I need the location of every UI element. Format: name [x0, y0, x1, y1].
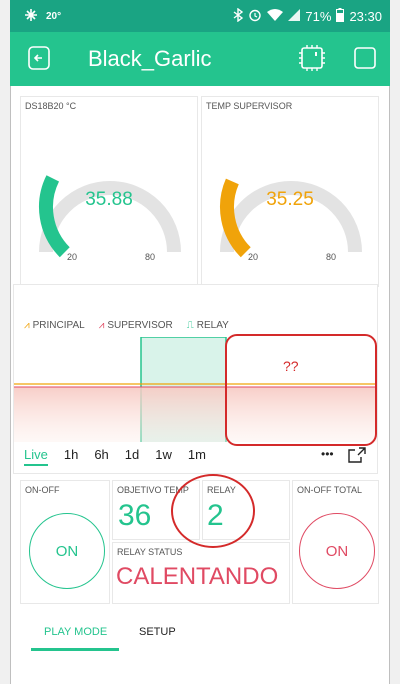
gauge-min: 20: [67, 252, 78, 262]
on-off-label: ON-OFF: [25, 485, 60, 495]
legend-item-supervisor[interactable]: ⩘ SUPERVISOR: [99, 320, 173, 331]
on-off-total-button[interactable]: ON: [299, 513, 375, 589]
range-1d[interactable]: 1d: [125, 447, 139, 466]
relay-status-widget: RELAY STATUS CALENTANDO: [112, 542, 290, 604]
status-right: 71% 23:30: [233, 7, 382, 25]
range-1m[interactable]: 1m: [188, 447, 206, 466]
on-off-total-label: ON-OFF TOTAL: [297, 485, 363, 495]
time-range-selector: Live 1h 6h 1d 1w 1m: [24, 447, 206, 466]
gauge-widget-principal: DS18B20 °C 35.88 20 80: [20, 96, 198, 287]
status-bar: 20° 71% 23:30: [10, 0, 390, 32]
on-off-total-widget: ON-OFF TOTAL ON: [292, 480, 379, 604]
cell-signal-icon: [288, 9, 301, 24]
alarm-icon: [248, 8, 262, 25]
tab-play-mode[interactable]: PLAY MODE: [44, 626, 107, 638]
tab-play-mode-indicator: [31, 648, 119, 651]
relay-status-value: CALENTANDO: [116, 563, 279, 590]
status-signal-text: 20°: [46, 11, 62, 22]
gauge-value: 35.25: [266, 189, 314, 210]
bluetooth-icon: [233, 7, 244, 25]
range-1h[interactable]: 1h: [64, 447, 78, 466]
gauge-max: 80: [145, 252, 156, 262]
tab-setup[interactable]: SETUP: [139, 626, 176, 638]
annotation-circle: [171, 474, 255, 548]
relay-status-label: RELAY STATUS: [117, 547, 183, 557]
play-stop-icon[interactable]: [354, 47, 376, 74]
app-bar: Black_Garlic: [10, 32, 390, 86]
annotation-text: ??: [283, 358, 299, 374]
on-off-widget: ON-OFF ON: [20, 480, 110, 604]
wifi-icon: [267, 8, 284, 25]
annotation-box: ??: [225, 334, 377, 446]
app-title: Black_Garlic: [88, 46, 212, 71]
battery-icon: [336, 8, 345, 25]
legend-item-relay[interactable]: ⎍ RELAY: [187, 320, 229, 331]
status-left: 20°: [24, 8, 61, 25]
range-6h[interactable]: 6h: [94, 447, 108, 466]
gauge-value: 35.88: [85, 189, 133, 210]
gauge-widget-supervisor: TEMP SUPERVISOR 35.25 20 80: [201, 96, 379, 287]
gauge-max: 80: [326, 252, 337, 262]
device-chip-icon[interactable]: [298, 44, 326, 77]
legend-item-principal[interactable]: ⩘ PRINCIPAL: [24, 320, 85, 331]
chart-legend: ⩘ PRINCIPAL ⩘ SUPERVISOR ⎍ RELAY: [24, 320, 229, 331]
range-1w[interactable]: 1w: [155, 447, 172, 466]
tab-bar: PLAY MODE SETUP: [13, 606, 378, 658]
on-off-button[interactable]: ON: [29, 513, 105, 589]
back-icon[interactable]: [28, 46, 50, 75]
fullscreen-icon[interactable]: [348, 447, 366, 468]
range-live[interactable]: Live: [24, 447, 48, 466]
more-menu-button[interactable]: •••: [321, 447, 334, 461]
gauge-min: 20: [248, 252, 259, 262]
objetivo-value: 36: [118, 499, 152, 532]
battery-percent: 71%: [305, 9, 332, 24]
app-notification-icon: [24, 8, 38, 25]
clock-time: 23:30: [349, 9, 382, 24]
